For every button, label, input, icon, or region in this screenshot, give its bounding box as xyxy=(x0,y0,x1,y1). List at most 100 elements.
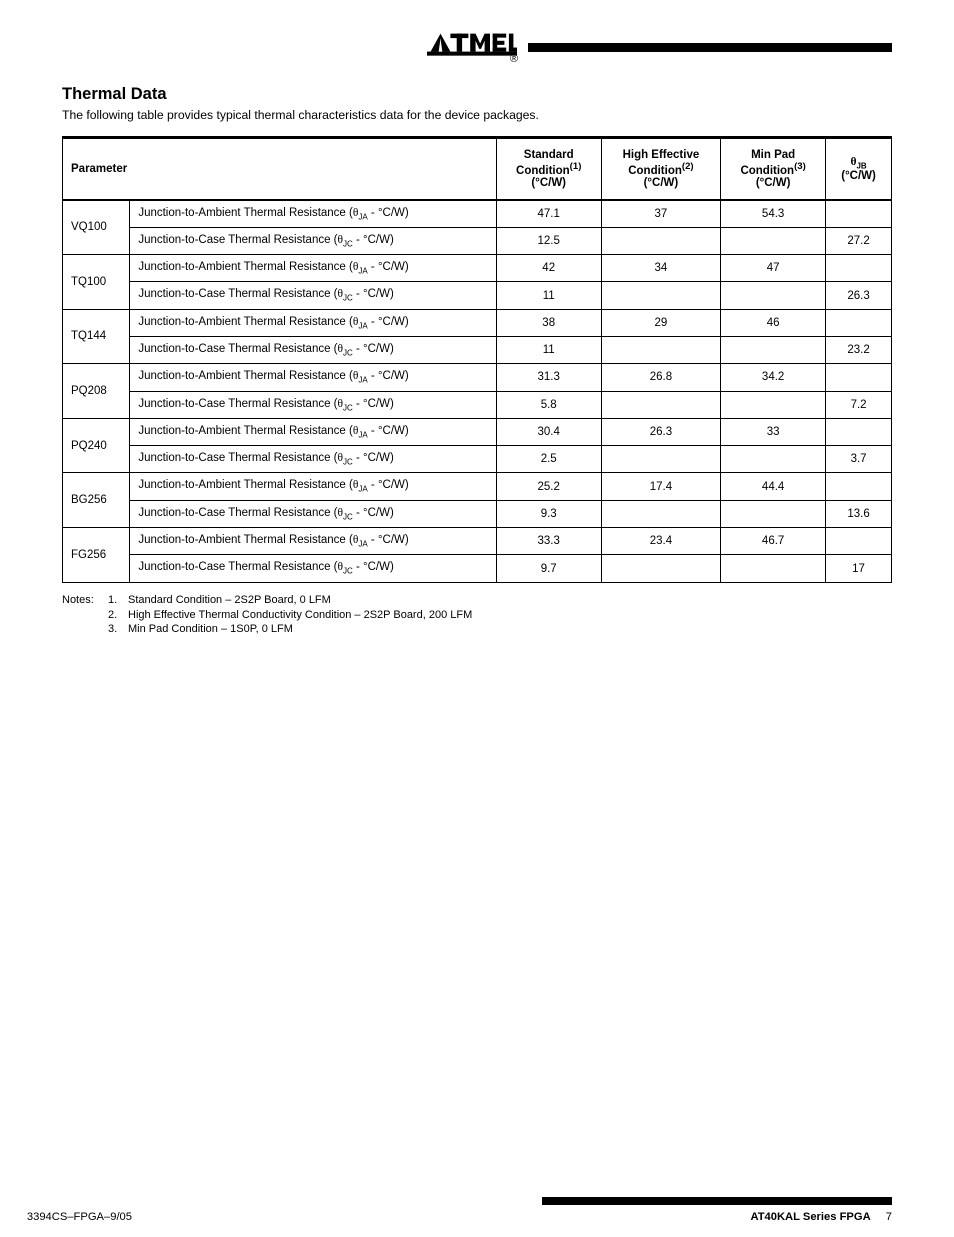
notes-lead: Notes: xyxy=(62,593,108,608)
footer-product: AT40KAL Series FPGA xyxy=(750,1211,870,1223)
param-cell: Junction-to-Case Thermal Resistance (θJC… xyxy=(130,336,496,363)
param-cell: Junction-to-Ambient Thermal Resistance (… xyxy=(130,200,496,228)
table-row: Junction-to-Case Thermal Resistance (θJC… xyxy=(63,500,892,527)
high-cell: 37 xyxy=(601,200,720,228)
jb-cell xyxy=(826,528,892,555)
jb-cell: 17 xyxy=(826,555,892,582)
min-cell: 33 xyxy=(721,418,826,445)
notes-spacer xyxy=(62,608,108,623)
footer-page: 7 xyxy=(886,1211,892,1223)
std-cell: 33.3 xyxy=(496,528,601,555)
table-row: TQ144Junction-to-Ambient Thermal Resista… xyxy=(63,309,892,336)
section-title: Thermal Data xyxy=(62,85,892,104)
std-cell: 12.5 xyxy=(496,227,601,254)
high-cell: 17.4 xyxy=(601,473,720,500)
jb-cell xyxy=(826,255,892,282)
notes-block: Notes: 1. Standard Condition – 2S2P Boar… xyxy=(62,593,892,638)
std-cell: 30.4 xyxy=(496,418,601,445)
footer-docref: 3394CS–FPGA–9/05 xyxy=(27,1211,132,1223)
page: ® Thermal Data The following table provi… xyxy=(0,0,954,1237)
high-cell xyxy=(601,227,720,254)
high-cell: 23.4 xyxy=(601,528,720,555)
param-cell: Junction-to-Case Thermal Resistance (θJC… xyxy=(130,555,496,582)
jb-cell xyxy=(826,364,892,391)
std-cell: 42 xyxy=(496,255,601,282)
table-row: Junction-to-Case Thermal Resistance (θJC… xyxy=(63,227,892,254)
table-row: Junction-to-Case Thermal Resistance (θJC… xyxy=(63,282,892,309)
pkg-cell: BG256 xyxy=(63,473,130,528)
param-cell: Junction-to-Case Thermal Resistance (θJC… xyxy=(130,446,496,473)
high-cell: 34 xyxy=(601,255,720,282)
high-cell xyxy=(601,500,720,527)
std-cell: 31.3 xyxy=(496,364,601,391)
table-row: FG256Junction-to-Ambient Thermal Resista… xyxy=(63,528,892,555)
pkg-cell: TQ100 xyxy=(63,255,130,310)
pkg-cell: PQ208 xyxy=(63,364,130,419)
registered-mark: ® xyxy=(510,53,518,65)
param-cell: Junction-to-Case Thermal Resistance (θJC… xyxy=(130,391,496,418)
param-cell: Junction-to-Ambient Thermal Resistance (… xyxy=(130,309,496,336)
table-row: TQ100Junction-to-Ambient Thermal Resista… xyxy=(63,255,892,282)
col-parameter-label: Parameter xyxy=(71,163,127,175)
table-row: Junction-to-Case Thermal Resistance (θJC… xyxy=(63,391,892,418)
pkg-cell: FG256 xyxy=(63,528,130,583)
jb-cell: 7.2 xyxy=(826,391,892,418)
note-text-3: Min Pad Condition – 1S0P, 0 LFM xyxy=(128,622,892,637)
param-cell: Junction-to-Ambient Thermal Resistance (… xyxy=(130,364,496,391)
jb-cell: 23.2 xyxy=(826,336,892,363)
header-rule xyxy=(528,43,892,52)
min-cell xyxy=(721,391,826,418)
jb-cell xyxy=(826,200,892,228)
min-cell xyxy=(721,282,826,309)
brand-logo: ® xyxy=(426,30,518,65)
note-num-2: 2. xyxy=(108,608,128,623)
table-row: VQ100Junction-to-Ambient Thermal Resista… xyxy=(63,200,892,228)
note-num-1: 1. xyxy=(108,593,128,608)
param-cell: Junction-to-Ambient Thermal Resistance (… xyxy=(130,528,496,555)
col-theta-jb: θJB(°C/W) xyxy=(826,138,892,200)
jb-cell: 26.3 xyxy=(826,282,892,309)
min-cell: 46.7 xyxy=(721,528,826,555)
note-num-3: 3. xyxy=(108,622,128,637)
std-cell: 47.1 xyxy=(496,200,601,228)
param-cell: Junction-to-Case Thermal Resistance (θJC… xyxy=(130,282,496,309)
min-cell xyxy=(721,336,826,363)
min-cell xyxy=(721,446,826,473)
std-cell: 38 xyxy=(496,309,601,336)
col-theta-jb-label: θJB(°C/W) xyxy=(841,156,876,182)
min-cell xyxy=(721,555,826,582)
std-cell: 11 xyxy=(496,282,601,309)
col-standard: StandardCondition(1)(°C/W) xyxy=(496,138,601,200)
min-cell: 46 xyxy=(721,309,826,336)
jb-cell xyxy=(826,418,892,445)
pkg-cell: VQ100 xyxy=(63,200,130,255)
min-cell xyxy=(721,227,826,254)
high-cell: 29 xyxy=(601,309,720,336)
std-cell: 25.2 xyxy=(496,473,601,500)
param-cell: Junction-to-Case Thermal Resistance (θJC… xyxy=(130,227,496,254)
high-cell xyxy=(601,446,720,473)
pkg-cell: TQ144 xyxy=(63,309,130,364)
section-subtitle: The following table provides typical the… xyxy=(62,108,892,122)
min-cell: 47 xyxy=(721,255,826,282)
param-cell: Junction-to-Case Thermal Resistance (θJC… xyxy=(130,500,496,527)
jb-cell xyxy=(826,473,892,500)
jb-cell xyxy=(826,309,892,336)
table-row: Junction-to-Case Thermal Resistance (θJC… xyxy=(63,446,892,473)
col-parameter: Parameter xyxy=(63,138,497,200)
high-cell xyxy=(601,391,720,418)
table-row: Junction-to-Case Thermal Resistance (θJC… xyxy=(63,336,892,363)
col-high-label: High EffectiveCondition(2)(°C/W) xyxy=(623,149,700,189)
min-cell xyxy=(721,500,826,527)
pkg-cell: PQ240 xyxy=(63,418,130,473)
param-cell: Junction-to-Ambient Thermal Resistance (… xyxy=(130,418,496,445)
high-cell xyxy=(601,282,720,309)
high-cell xyxy=(601,336,720,363)
jb-cell: 27.2 xyxy=(826,227,892,254)
col-minpad-label: Min PadCondition(3)(°C/W) xyxy=(740,149,805,189)
jb-cell: 3.7 xyxy=(826,446,892,473)
table-row: BG256Junction-to-Ambient Thermal Resista… xyxy=(63,473,892,500)
col-high: High EffectiveCondition(2)(°C/W) xyxy=(601,138,720,200)
footer-text: AT40KAL Series FPGA 7 3394CS–FPGA–9/05 xyxy=(750,1211,892,1223)
jb-cell: 13.6 xyxy=(826,500,892,527)
